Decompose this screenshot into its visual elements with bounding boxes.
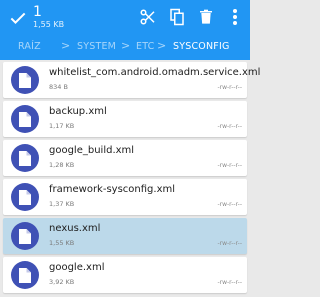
breadcrumb-sysconfig[interactable]: SYSCONFIG (173, 41, 230, 53)
check-icon[interactable] (8, 8, 28, 28)
copy-icon[interactable] (166, 6, 188, 28)
file-permissions: -rw-r--r-- (217, 201, 242, 208)
delete-icon[interactable] (195, 6, 217, 28)
file-icon (11, 183, 39, 211)
file-icon (11, 144, 39, 172)
file-name: backup.xml (49, 106, 107, 117)
file-permissions: -rw-r--r-- (217, 162, 242, 169)
breadcrumb: RAÍZ > SYSTEM > ETC > SYSCONFIG (0, 34, 250, 60)
file-row[interactable]: whitelist_com.android.omadm.service.xml … (3, 62, 260, 98)
file-permissions: -rw-r--r-- (217, 84, 242, 91)
file-row-selected[interactable]: nexus.xml 1,55 KB -rw-r--r-- (3, 218, 247, 254)
breadcrumb-root[interactable]: RAÍZ (18, 41, 41, 53)
breadcrumb-separator: > (121, 39, 131, 52)
selected-count: 1 (33, 4, 42, 20)
breadcrumb-separator: > (61, 39, 71, 52)
file-icon (11, 105, 39, 133)
file-name: framework-sysconfig.xml (49, 184, 176, 195)
file-name: whitelist_com.android.omadm.service.xml (49, 67, 261, 78)
file-row[interactable]: google.xml 3,92 KB -rw-r--r-- (3, 257, 247, 293)
file-row[interactable]: backup.xml 1,17 KB -rw-r--r-- (3, 101, 247, 137)
breadcrumb-system[interactable]: SYSTEM (77, 41, 116, 53)
file-row[interactable]: google_build.xml 1,28 KB -rw-r--r-- (3, 140, 247, 176)
file-permissions: -rw-r--r-- (217, 123, 242, 130)
file-size: 1,55 KB (49, 239, 75, 247)
file-icon (11, 222, 39, 250)
file-icon (11, 66, 39, 94)
more-vert-icon[interactable] (224, 6, 246, 28)
selection-app-bar: 1 1,55 KB (0, 0, 250, 34)
file-permissions: -rw-r--r-- (217, 240, 242, 247)
file-size: 834 B (49, 83, 68, 91)
file-size: 1,28 KB (49, 161, 75, 169)
file-size: 1,17 KB (49, 122, 75, 130)
file-size: 3,92 KB (49, 278, 75, 286)
file-icon (11, 261, 39, 289)
file-permissions: -rw-r--r-- (217, 279, 242, 286)
breadcrumb-etc[interactable]: ETC (136, 41, 154, 53)
file-size: 1,37 KB (49, 200, 75, 208)
selected-size: 1,55 KB (33, 20, 65, 29)
cut-icon[interactable] (137, 6, 159, 28)
file-name: nexus.xml (49, 223, 101, 234)
file-name: google_build.xml (49, 145, 135, 156)
file-name: google.xml (49, 262, 105, 273)
breadcrumb-separator: > (157, 39, 167, 52)
file-row[interactable]: framework-sysconfig.xml 1,37 KB -rw-r--r… (3, 179, 247, 215)
